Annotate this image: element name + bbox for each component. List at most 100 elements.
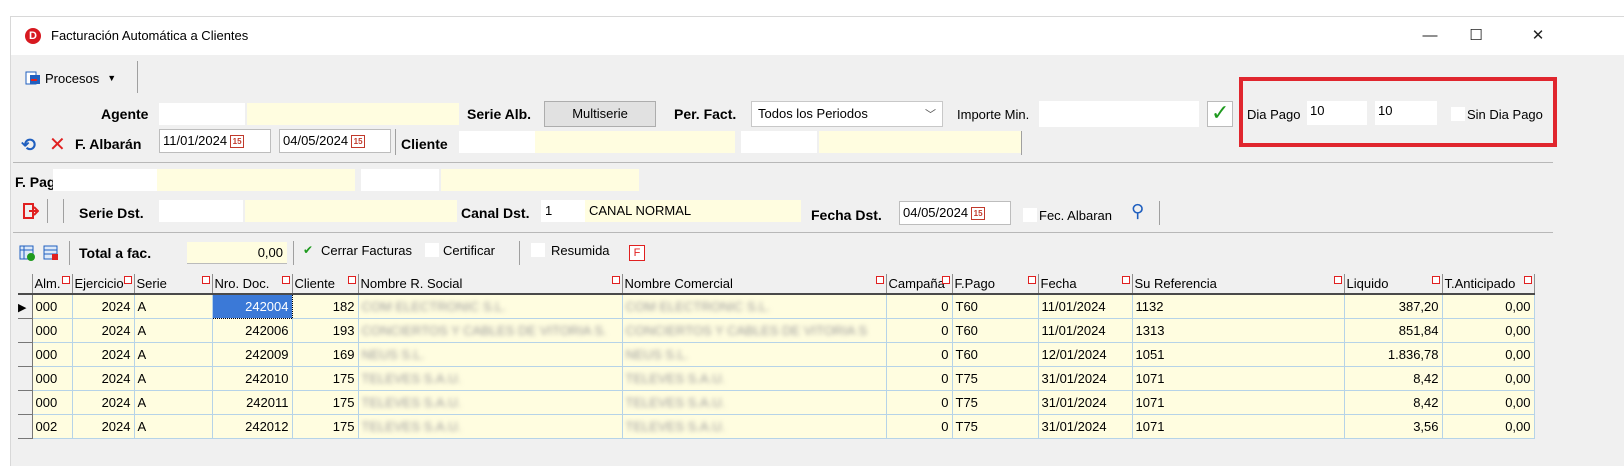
cell-anticipado[interactable]: 0,00 (1442, 366, 1535, 391)
resumida-checkbox[interactable] (531, 243, 545, 257)
cliente-code-to-input[interactable] (741, 131, 817, 153)
add-row-icon[interactable] (19, 245, 35, 261)
cell-liquido[interactable]: 8,42 (1344, 390, 1443, 415)
calendar-icon[interactable]: 15 (351, 135, 366, 149)
cell-campana[interactable]: 0 (886, 342, 953, 367)
table-row[interactable]: ▶ 000 2024 A 242004 182 COM ELECTRONIC S.L. COM… (18, 293, 1535, 319)
table-row[interactable]: 000 2024 A 242009 169 NEUS S.L. NEUS S.L. 0 T60 1… (18, 342, 1535, 367)
cell-serie[interactable]: A (134, 390, 213, 415)
f-albaran-from-date[interactable]: 11/01/2024 15 (159, 129, 271, 153)
minimize-button[interactable]: — (1407, 21, 1453, 51)
nombre-comercial-header[interactable]: Nombre Comercial (622, 274, 887, 295)
f-pago-code-to-input[interactable] (361, 169, 439, 191)
cliente-code-input[interactable] (459, 131, 535, 153)
calendar-icon[interactable]: 15 (230, 135, 245, 149)
column-filter-icon[interactable] (611, 276, 620, 284)
cell-ref[interactable]: 1071 (1132, 366, 1345, 391)
column-filter-icon[interactable] (61, 276, 70, 284)
row-indicator[interactable] (18, 414, 33, 439)
nro-doc-header[interactable]: Nro. Doc. (212, 274, 293, 295)
cell-serie[interactable]: A (134, 318, 213, 343)
cell-ejercicio[interactable]: 2024 (72, 294, 135, 319)
cell-liquido[interactable]: 3,56 (1344, 414, 1443, 439)
filter-f-icon[interactable]: F (629, 245, 645, 261)
su-referencia-header[interactable]: Su Referencia (1132, 274, 1345, 295)
column-filter-icon[interactable] (1027, 276, 1036, 284)
cerrar-facturas-checkbox[interactable]: ✔ (303, 243, 313, 257)
f-pago-header[interactable]: F.Pago (952, 274, 1039, 295)
calendar-icon[interactable]: 15 (971, 207, 986, 221)
canal-dst-code-input[interactable]: 1 (541, 200, 585, 222)
row-indicator[interactable] (18, 366, 33, 391)
cell-comercial[interactable]: TELEVES S.A.U. (622, 390, 887, 415)
cell-fpago[interactable]: T60 (952, 342, 1039, 367)
cell-fpago[interactable]: T60 (952, 294, 1039, 319)
cell-fecha[interactable]: 31/01/2024 (1038, 366, 1133, 391)
cell-anticipado[interactable]: 0,00 (1442, 342, 1535, 367)
cell-campana[interactable]: 0 (886, 366, 953, 391)
f-pago-code-input[interactable] (53, 169, 157, 191)
cell-cliente[interactable]: 175 (292, 390, 359, 415)
row-indicator[interactable] (18, 342, 33, 367)
cell-campana[interactable]: 0 (886, 414, 953, 439)
cell-campana[interactable]: 0 (886, 318, 953, 343)
cell-nro[interactable]: 242011 (212, 390, 293, 415)
table-row[interactable]: 000 2024 A 242006 193 CONCIERTOS Y CABLES DE … (18, 318, 1535, 343)
column-filter-icon[interactable] (1523, 276, 1532, 284)
cell-social[interactable]: NEUS S.L. (358, 342, 623, 367)
exit-icon[interactable] (23, 203, 40, 219)
certificar-checkbox[interactable] (425, 243, 439, 257)
cell-serie[interactable]: A (134, 294, 213, 319)
nombre-social-header[interactable]: Nombre R. Social (358, 274, 623, 295)
cell-social[interactable]: TELEVES S.A.U. (358, 414, 623, 439)
cell-ref[interactable]: 1071 (1132, 390, 1345, 415)
clear-icon[interactable]: ✕ (49, 132, 66, 157)
fec-albaran-checkbox[interactable] (1023, 208, 1037, 222)
apply-filter-button[interactable]: ✓ (1207, 100, 1233, 127)
cell-liquido[interactable]: 1.836,78 (1344, 342, 1443, 367)
cell-fecha[interactable]: 11/01/2024 (1038, 318, 1133, 343)
cell-comercial[interactable]: TELEVES S.A.U. (622, 414, 887, 439)
cell-cliente[interactable]: 193 (292, 318, 359, 343)
multiserie-button[interactable]: Multiserie (544, 101, 656, 127)
grid-options-icon[interactable] (43, 245, 59, 261)
per-fact-select[interactable]: Todos los Periodos ﹀ (751, 101, 943, 127)
refresh-icon[interactable]: ⟲ (21, 135, 36, 156)
campana-header[interactable]: Campaña (886, 274, 953, 295)
cell-alm[interactable]: 000 (32, 342, 73, 367)
cell-fecha[interactable]: 31/01/2024 (1038, 414, 1133, 439)
column-filter-icon[interactable] (201, 276, 210, 284)
serie-header[interactable]: Serie (134, 274, 213, 295)
cell-fpago[interactable]: T75 (952, 414, 1039, 439)
cliente-header[interactable]: Cliente (292, 274, 359, 295)
cell-liquido[interactable]: 387,20 (1344, 294, 1443, 319)
cell-ref[interactable]: 1313 (1132, 318, 1345, 343)
dia-pago-to-input[interactable]: 10 (1375, 101, 1437, 125)
cell-cliente[interactable]: 175 (292, 414, 359, 439)
row-indicator[interactable]: ▶ (18, 294, 33, 319)
cell-social[interactable]: TELEVES S.A.U. (358, 366, 623, 391)
cell-fecha[interactable]: 11/01/2024 (1038, 294, 1133, 319)
close-button[interactable]: ✕ (1515, 21, 1561, 51)
cell-ejercicio[interactable]: 2024 (72, 366, 135, 391)
fecha-header[interactable]: Fecha (1038, 274, 1133, 295)
table-row[interactable]: 002 2024 A 242012 175 TELEVES S.A.U. TELEVES S… (18, 414, 1535, 439)
cell-cliente[interactable]: 175 (292, 366, 359, 391)
maximize-button[interactable]: ☐ (1453, 21, 1499, 51)
cell-campana[interactable]: 0 (886, 390, 953, 415)
fecha-dst-date[interactable]: 04/05/2024 15 (899, 201, 1011, 225)
cell-alm[interactable]: 002 (32, 414, 73, 439)
cell-fpago[interactable]: T60 (952, 318, 1039, 343)
cell-alm[interactable]: 000 (32, 294, 73, 319)
column-filter-icon[interactable] (281, 276, 290, 284)
column-filter-icon[interactable] (123, 276, 132, 284)
cell-alm[interactable]: 000 (32, 318, 73, 343)
cell-anticipado[interactable]: 0,00 (1442, 318, 1535, 343)
cell-nro[interactable]: 242004 (211, 293, 293, 319)
serie-dst-code-input[interactable] (159, 200, 243, 222)
cell-fecha[interactable]: 31/01/2024 (1038, 390, 1133, 415)
cell-serie[interactable]: A (134, 342, 213, 367)
cell-social[interactable]: COM ELECTRONIC S.L. (358, 294, 623, 319)
procesos-menu[interactable]: Procesos ▼ (25, 67, 116, 89)
cell-fpago[interactable]: T75 (952, 390, 1039, 415)
